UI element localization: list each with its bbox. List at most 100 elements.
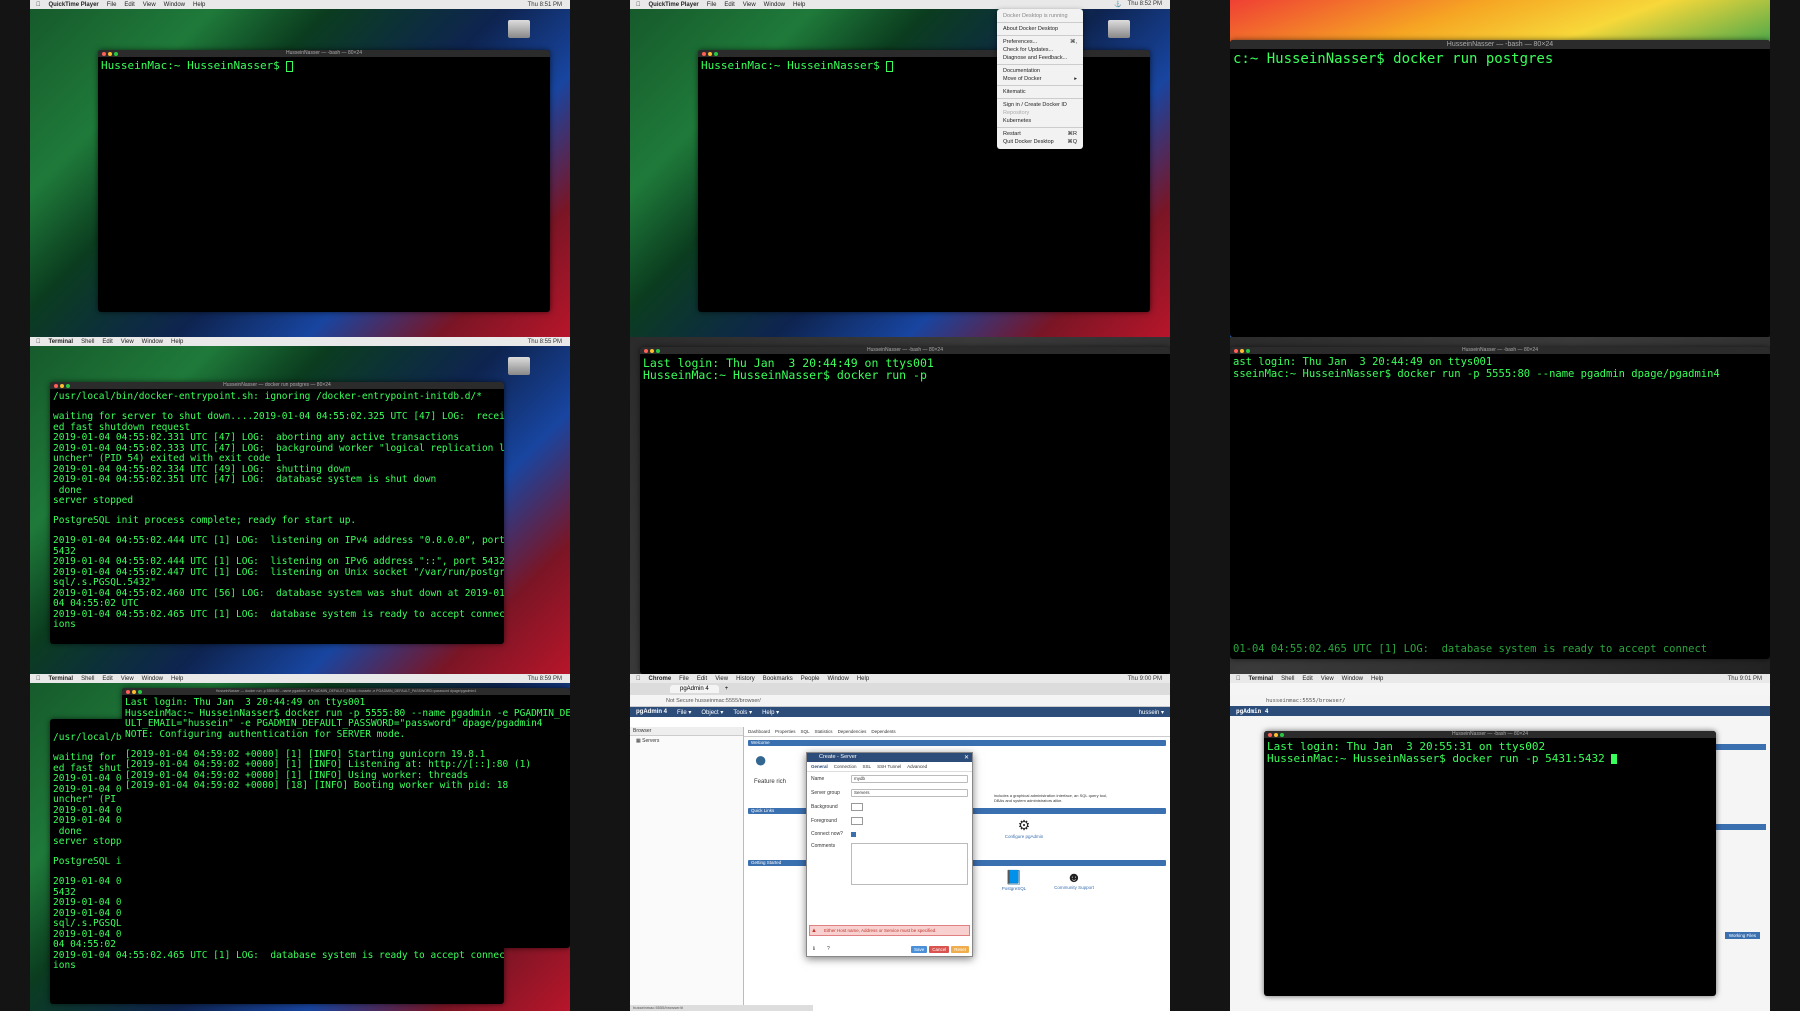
server-group-select[interactable]: Servers — [851, 789, 968, 797]
tab-sql[interactable]: SQL — [801, 729, 810, 734]
menu-help[interactable]: Help — [171, 676, 183, 682]
terminal-output[interactable]: /usr/local/bin/docker-entrypoint.sh: ign… — [50, 389, 504, 634]
tab-advanced[interactable]: Advanced — [907, 764, 927, 769]
menu-window[interactable]: Window — [164, 2, 185, 8]
menu-history[interactable]: History — [736, 676, 755, 682]
pgadmin-logo[interactable]: pgAdmin 4 — [1236, 708, 1269, 715]
postgres-doc-card[interactable]: 📘 PostgreSQL — [989, 869, 1039, 891]
menu-edit[interactable]: Edit — [102, 676, 112, 682]
menu-file[interactable]: File — [707, 2, 717, 8]
menu-edit[interactable]: Edit — [697, 676, 707, 682]
configure-card[interactable]: ⚙ Configure pgAdmin — [994, 817, 1054, 839]
close-button[interactable] — [1268, 732, 1272, 737]
menu-app-name[interactable]: Terminal — [1249, 676, 1274, 682]
menu-help[interactable]: Help — [193, 2, 205, 8]
menu-window[interactable]: Window — [1342, 676, 1363, 682]
clock[interactable]: Thu 9:00 PM — [1128, 676, 1162, 682]
zoom-button[interactable] — [714, 51, 718, 56]
close-button[interactable] — [126, 689, 130, 694]
menu-view[interactable]: View — [715, 676, 728, 682]
tab-general[interactable]: General — [811, 764, 828, 769]
menu-item-preferences[interactable]: Preferences... ⌘, — [997, 38, 1083, 46]
menu-item-kubernetes[interactable]: Kubernetes — [997, 117, 1083, 125]
menu-item-kitematic[interactable]: Kitematic — [997, 88, 1083, 96]
terminal-output[interactable]: c:~ HusseinNasser$ docker run postgres — [1230, 49, 1770, 70]
apple-icon[interactable]:  — [36, 2, 41, 8]
terminal-window[interactable]: HusseinNasser — -bash — 80×24 c:~ Hussei… — [1230, 40, 1770, 337]
minimize-button[interactable] — [132, 689, 136, 694]
menu-window[interactable]: Window — [142, 339, 163, 345]
minimize-button[interactable] — [108, 51, 112, 56]
working-files-badge[interactable]: Working Files — [1724, 932, 1760, 939]
cancel-button[interactable]: Cancel — [929, 946, 950, 953]
tab-statistics[interactable]: Statistics — [815, 729, 833, 734]
minimize-button[interactable] — [708, 51, 712, 56]
menu-file[interactable]: File — [107, 2, 117, 8]
menu-edit[interactable]: Edit — [102, 339, 112, 345]
terminal-output[interactable]: Last login: Thu Jan 3 20:44:49 on ttys00… — [640, 354, 1170, 384]
terminal-title-bar[interactable]: HusseinNasser — -bash — 80×24 — [98, 50, 550, 57]
community-card[interactable]: ☻ Community Support — [1044, 869, 1104, 890]
terminal-title-bar[interactable]: HusseinNasser — docker run postgres — 80… — [50, 382, 504, 389]
clock[interactable]: Thu 9:01 PM — [1728, 676, 1762, 682]
clock[interactable]: Thu 8:52 PM — [1128, 1, 1162, 8]
nav-user[interactable]: hussein ▾ — [1139, 709, 1170, 716]
menu-item-sign-in[interactable]: Sign in / Create Docker ID — [997, 101, 1083, 109]
menu-app-name[interactable]: QuickTime Player — [649, 2, 699, 8]
menu-edit[interactable]: Edit — [1302, 676, 1312, 682]
browser-tab[interactable]: pgAdmin 4 — [670, 685, 719, 693]
terminal-title-bar[interactable]: HusseinNasser — -bash — 80×24 — [1230, 347, 1770, 354]
terminal-title-bar[interactable]: HusseinNasser — -bash — 80×24 — [1264, 731, 1716, 738]
terminal-title-bar[interactable]: HusseinNasser — docker run -p 5555:80 --… — [122, 688, 570, 695]
new-tab-icon[interactable]: + — [725, 686, 729, 692]
close-button[interactable] — [702, 51, 706, 56]
terminal-window[interactable]: HusseinNasser — -bash — 80×24 HusseinMac… — [98, 50, 550, 312]
docker-menu[interactable]: Docker Desktop is running About Docker D… — [997, 9, 1083, 149]
menu-people[interactable]: People — [801, 676, 820, 682]
clock[interactable]: Thu 8:59 PM — [528, 676, 562, 682]
tab-properties[interactable]: Properties — [775, 729, 796, 734]
menu-shell[interactable]: Shell — [81, 339, 94, 345]
close-button[interactable] — [644, 348, 648, 353]
terminal-output[interactable]: HusseinMac:~ HusseinNasser$ — [98, 57, 550, 75]
menu-app-name[interactable]: Terminal — [49, 676, 74, 682]
menu-window[interactable]: Window — [827, 676, 848, 682]
chrome-window[interactable]: pgAdmin 4 + Not Secure husseinmac:5555/b… — [630, 683, 1170, 1011]
menu-item-more[interactable]: Move of Docker ▸ — [997, 75, 1083, 83]
apple-icon[interactable]:  — [36, 676, 41, 682]
background-color-picker[interactable] — [851, 803, 863, 811]
tree-item-servers[interactable]: ▦ Servers — [630, 736, 743, 746]
menu-edit[interactable]: Edit — [124, 2, 134, 8]
menu-item-updates[interactable]: Check for Updates... — [997, 46, 1083, 54]
tab-dependents[interactable]: Dependents — [871, 729, 895, 734]
minimize-button[interactable] — [1274, 732, 1278, 737]
pgadmin-logo[interactable]: pgAdmin 4 — [636, 709, 667, 715]
name-input[interactable]: mydb — [851, 775, 968, 783]
zoom-button[interactable] — [1280, 732, 1284, 737]
menu-item-documentation[interactable]: Documentation — [997, 67, 1083, 75]
tab-dependencies[interactable]: Dependencies — [838, 729, 867, 734]
menu-item-diagnose[interactable]: Diagnose and Feedback... — [997, 54, 1083, 62]
docker-whale-icon[interactable]: ⚓ — [1114, 1, 1121, 8]
menu-window[interactable]: Window — [764, 2, 785, 8]
menu-view[interactable]: View — [743, 2, 756, 8]
nav-object[interactable]: Object ▾ — [701, 709, 723, 716]
menu-shell[interactable]: Shell — [81, 676, 94, 682]
save-button[interactable]: Save — [910, 946, 928, 953]
terminal-window[interactable]: HusseinNasser — -bash — 80×24 ast login:… — [1230, 347, 1770, 659]
terminal-window[interactable]: HusseinNasser — -bash — 80×24 Last login… — [1264, 731, 1716, 996]
terminal-output[interactable]: ast login: Thu Jan 3 20:44:49 on ttys001… — [1230, 354, 1770, 383]
clock[interactable]: Thu 8:51 PM — [528, 2, 562, 8]
terminal-window-front[interactable]: HusseinNasser — docker run -p 5555:80 --… — [122, 688, 570, 948]
menu-app-name[interactable]: Chrome — [649, 676, 672, 682]
terminal-window[interactable]: HusseinNasser — docker run postgres — 80… — [50, 382, 504, 644]
menu-view[interactable]: View — [143, 2, 156, 8]
close-button[interactable] — [1234, 348, 1238, 353]
zoom-button[interactable] — [138, 689, 142, 694]
help-icon[interactable]: ? — [827, 946, 830, 952]
apple-icon[interactable]:  — [36, 339, 41, 345]
connect-checkbox[interactable] — [851, 831, 856, 837]
menu-app-name[interactable]: QuickTime Player — [49, 2, 99, 8]
menu-window[interactable]: Window — [142, 676, 163, 682]
tab-ssh-tunnel[interactable]: SSH Tunnel — [877, 764, 901, 769]
